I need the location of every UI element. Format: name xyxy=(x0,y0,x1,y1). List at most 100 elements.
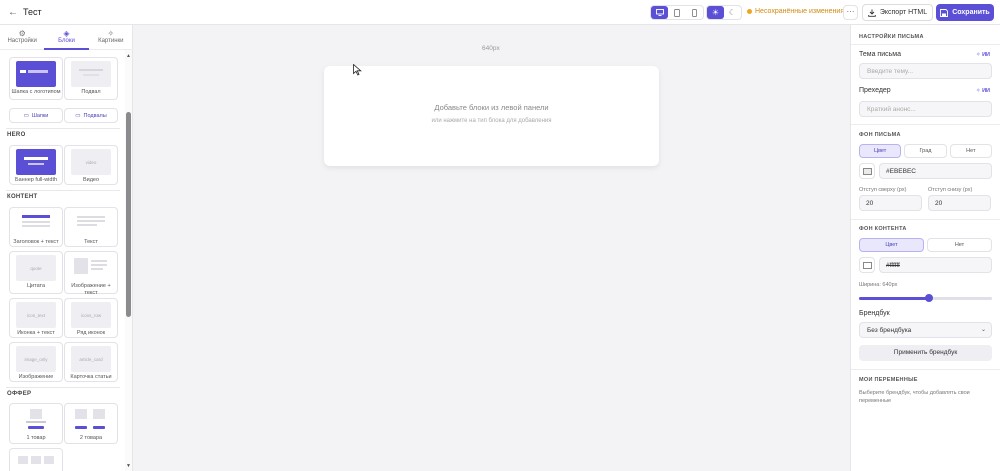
tablet-icon xyxy=(674,8,680,17)
tab-label: Настройки xyxy=(7,38,37,44)
tab-label: Картинки xyxy=(98,38,124,44)
block-thumbnail xyxy=(16,407,56,433)
tablet-view-button[interactable] xyxy=(668,6,685,19)
content-bg-selector: Цвет Нет xyxy=(859,238,992,252)
apply-brandbook-button[interactable]: Применить брендбук xyxy=(859,345,992,361)
section-hero: HERO xyxy=(7,132,26,138)
dark-theme-button[interactable]: ☾ xyxy=(724,6,741,19)
block-card-icon-text[interactable]: icon_text Иконка + текст xyxy=(9,298,63,338)
save-label: Сохранить xyxy=(952,9,990,16)
subject-input[interactable]: Введите тему... xyxy=(859,63,992,79)
block-thumbnail: image_only xyxy=(16,346,56,372)
bg-section-heading: ФОН ПИСЬМА xyxy=(859,132,901,138)
bg-option-gradient[interactable]: Град xyxy=(904,144,947,158)
block-card-image[interactable]: image_only Изображение xyxy=(9,342,63,382)
padding-bottom-label: Отступ снизу (px) xyxy=(928,187,973,193)
block-label: Подвал xyxy=(81,89,101,95)
block-card-three-products[interactable] xyxy=(9,448,63,471)
brandbook-label: Брендбук xyxy=(859,310,890,317)
layout-icon: ▭ xyxy=(23,112,29,119)
scroll-down-icon[interactable]: ▼ xyxy=(126,463,131,469)
back-arrow-icon[interactable]: ← xyxy=(8,7,18,18)
block-label: Цитата xyxy=(26,283,46,289)
content-bg-option-none[interactable]: Нет xyxy=(927,238,992,252)
more-button[interactable]: ··· xyxy=(843,5,858,20)
tab-settings[interactable]: ⚙ Настройки xyxy=(0,25,44,49)
scroll-up-icon[interactable]: ▲ xyxy=(126,53,131,59)
block-card-header-logo[interactable]: Шапка с логотипом xyxy=(9,57,63,100)
footers-button[interactable]: ▭ Подвалы xyxy=(64,108,118,123)
content-width-slider[interactable] xyxy=(859,294,992,302)
padding-top-input[interactable]: 20 xyxy=(859,195,922,211)
bg-color-input[interactable]: #EBEBEC xyxy=(879,163,992,179)
divider xyxy=(851,44,1000,45)
block-label: Изображение xyxy=(18,374,54,380)
mobile-icon xyxy=(691,8,697,17)
content-bg-heading: ФОН КОНТЕНТА xyxy=(859,226,907,232)
top-bar: ← Тест ☀ ☾ Несохранённые изменения ··· Э… xyxy=(0,0,1000,25)
preheader-input[interactable]: Краткий анонс... xyxy=(859,101,992,117)
light-theme-button[interactable]: ☀ xyxy=(707,6,724,19)
content-bg-input[interactable]: #ffffff xyxy=(879,257,992,273)
email-settings-heading: НАСТРОЙКИ ПИСЬМА xyxy=(859,34,924,40)
content-width-label: Ширина: 640px xyxy=(859,282,898,288)
block-thumbnail xyxy=(71,211,111,237)
left-scrollbar[interactable]: ▲ ▼ xyxy=(125,50,132,471)
content-bg-swatch[interactable] xyxy=(859,257,875,273)
block-thumbnail: article_card xyxy=(71,346,111,372)
subject-label: Тема письма xyxy=(859,51,901,58)
block-thumbnail: icon_text xyxy=(16,302,56,328)
subject-ai-button[interactable]: ✧ ИИ xyxy=(976,52,990,58)
bg-option-none[interactable]: Нет xyxy=(949,144,992,158)
block-card-text[interactable]: Текст xyxy=(64,207,118,247)
block-card-article[interactable]: article_card Карточка статьи xyxy=(64,342,118,382)
tab-label: Блоки xyxy=(58,38,75,44)
block-thumbnail: icons_row xyxy=(71,302,111,328)
scrollbar-thumb[interactable] xyxy=(126,112,131,317)
divider xyxy=(851,124,1000,125)
tab-images[interactable]: ✧ Картинки xyxy=(89,25,133,49)
block-card-heading-text[interactable]: Заголовок + текст xyxy=(9,207,63,247)
empty-state-subtitle: или нажмите на тип блока для добавления xyxy=(431,118,552,124)
bg-color-swatch[interactable] xyxy=(859,163,875,179)
padding-bottom-input[interactable]: 20 xyxy=(928,195,991,211)
desktop-view-button[interactable] xyxy=(651,6,669,19)
block-label: 2 товара xyxy=(79,435,103,441)
block-label: Иконка + текст xyxy=(17,330,55,336)
export-html-button[interactable]: Экспорт HTML xyxy=(862,4,933,21)
save-icon xyxy=(940,8,949,17)
save-button[interactable]: Сохранить xyxy=(936,4,994,21)
block-card-banner[interactable]: Баннер full-width xyxy=(9,145,63,185)
block-thumbnail xyxy=(16,452,56,471)
tab-blocks[interactable]: ◈ Блоки xyxy=(44,25,89,50)
preheader-ai-button[interactable]: ✧ ИИ xyxy=(976,88,990,94)
block-card-video[interactable]: video Видео xyxy=(64,145,118,185)
block-card-quote[interactable]: quote Цитата xyxy=(9,251,63,294)
slider-fill xyxy=(859,297,930,300)
desktop-icon xyxy=(655,9,664,16)
block-card-footer[interactable]: Подвал xyxy=(64,57,118,100)
block-card-two-products[interactable]: 2 товара xyxy=(64,403,118,444)
block-card-image-text[interactable]: Изображение + текст xyxy=(64,251,118,296)
bg-type-selector: Цвет Град Нет xyxy=(859,144,992,158)
block-thumbnail xyxy=(16,149,56,175)
preheader-label: Прехедер xyxy=(859,87,891,94)
theme-switcher: ☀ ☾ xyxy=(706,5,742,20)
bg-option-color[interactable]: Цвет xyxy=(859,144,902,158)
mobile-view-button[interactable] xyxy=(686,6,703,19)
brandbook-select[interactable]: Без брендбука ⌄ xyxy=(859,322,992,338)
block-thumbnail xyxy=(71,407,111,433)
export-label: Экспорт HTML xyxy=(879,9,928,16)
block-card-one-product[interactable]: 1 товар xyxy=(9,403,63,444)
unsaved-text: Несохранённые изменения xyxy=(755,8,845,15)
divider xyxy=(6,128,120,129)
email-body-dropzone[interactable]: Добавьте блоки из левой панели или нажми… xyxy=(324,66,659,166)
headers-button[interactable]: ▭ Шапки xyxy=(9,108,63,123)
block-card-icons-row[interactable]: icons_row Ряд иконок xyxy=(64,298,118,338)
section-content: КОНТЕНТ xyxy=(7,194,38,200)
divider xyxy=(851,219,1000,220)
slider-knob[interactable] xyxy=(925,294,934,302)
content-bg-option-color[interactable]: Цвет xyxy=(859,238,924,252)
download-icon xyxy=(868,9,876,17)
block-thumbnail xyxy=(16,211,56,237)
